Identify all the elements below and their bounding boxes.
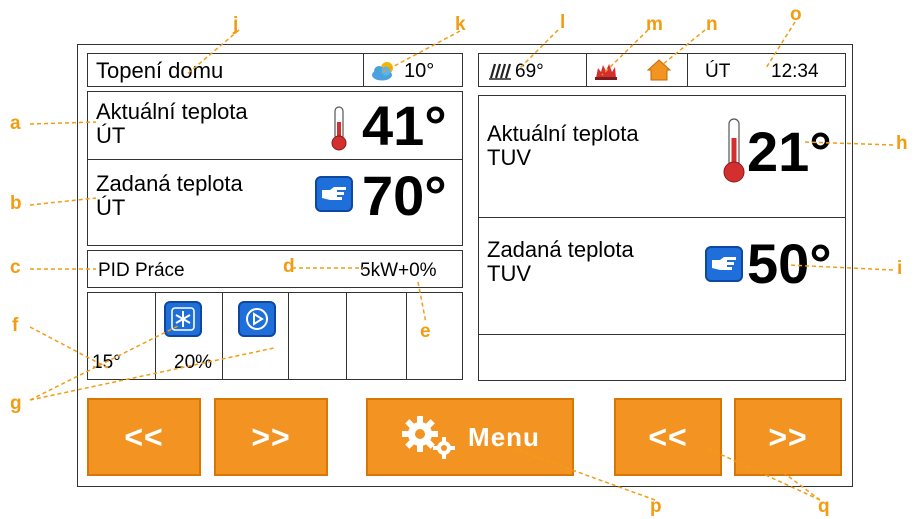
callout-o: o	[790, 4, 802, 25]
callout-k: k	[455, 14, 466, 35]
callout-c: c	[10, 257, 21, 278]
callout-m: m	[646, 14, 663, 35]
callout-e: e	[420, 321, 431, 342]
callout-f: f	[12, 315, 19, 336]
callout-lines	[29, 21, 894, 501]
callout-i: i	[897, 258, 903, 279]
callout-g: g	[10, 393, 22, 414]
callout-d: d	[283, 256, 295, 277]
callout-b: b	[10, 193, 22, 214]
callout-n: n	[706, 14, 718, 35]
callout-j: j	[233, 14, 239, 35]
callout-p: p	[650, 496, 662, 517]
callout-l: l	[560, 12, 566, 33]
callout-q: q	[818, 496, 830, 517]
callout-a: a	[10, 113, 21, 134]
callout-h: h	[896, 133, 908, 154]
